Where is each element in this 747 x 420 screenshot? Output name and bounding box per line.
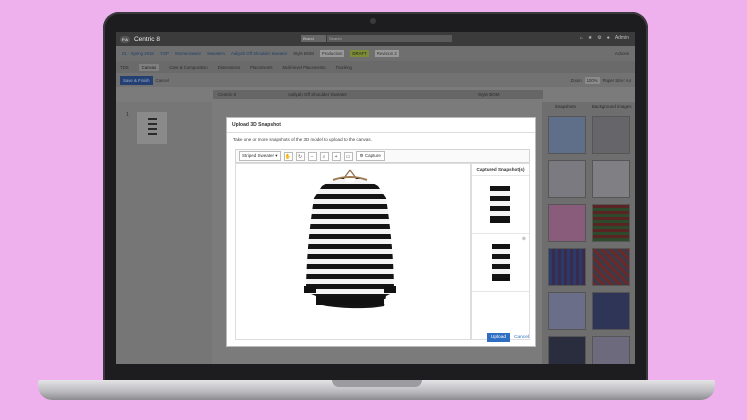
view-icon[interactable]: ▭ [343, 151, 353, 161]
app-title: Centric 8 [133, 35, 160, 43]
upload-snapshot-dialog: Upload 3D Snapshot Take one or more snap… [226, 117, 536, 347]
breadcrumb-item[interactable]: 01 - Spring 2018 [122, 51, 154, 56]
swatch[interactable] [548, 248, 586, 286]
search-input[interactable]: Search [327, 35, 452, 42]
swatch[interactable] [592, 204, 630, 242]
right-panel-tabs: Snapshots Background images [542, 102, 635, 111]
header-style-bom: Style BOM [478, 92, 500, 97]
pan-icon[interactable]: ✋ [283, 151, 293, 161]
canvas-toolbar: Save & Finish Cancel Zoom 100% Paper Siz… [116, 73, 635, 87]
viewer-toolbar: Striped Sweater ▾ ✋ ↻ − ⌕ + ▭ ⚙ Capture [235, 149, 530, 163]
page-number: 1 [126, 112, 129, 118]
save-finish-button[interactable]: Save & Finish [120, 75, 153, 85]
upload-button[interactable]: Upload [486, 333, 511, 342]
sweater-hem [316, 296, 384, 305]
zoom-in-icon[interactable]: + [331, 151, 341, 161]
snapshots-title: Captured Snapshot(s) [472, 164, 529, 176]
user-name[interactable]: Admin [615, 35, 629, 41]
sweater-model [304, 169, 396, 309]
tab-care-composition[interactable]: Care & Composition [169, 65, 207, 70]
camera-icon [370, 18, 376, 24]
zoom-out-icon[interactable]: − [307, 151, 317, 161]
breadcrumb-item[interactable]: Womenswear [175, 51, 201, 56]
tab-canvas[interactable]: Canvas [138, 63, 160, 71]
captured-snapshots-panel: Captured Snapshot(s) ⊗ [471, 163, 530, 340]
user-icon[interactable]: ● [607, 35, 610, 41]
search-select[interactable]: Brand [301, 35, 326, 42]
swatch[interactable] [592, 336, 630, 364]
swatch[interactable] [548, 116, 586, 154]
style-bom-label: Style BOM [293, 51, 314, 56]
tab-dimensions[interactable]: Dimensions [218, 65, 240, 70]
right-panel: Snapshots Background images [542, 102, 635, 364]
top-icons: ⌂ ★ ⚙ ● Admin [580, 35, 629, 41]
zoom-icon[interactable]: ⌕ [319, 151, 329, 161]
model-select-value: Striped Sweater [242, 153, 275, 158]
tab-placements[interactable]: Placements [250, 65, 272, 70]
revision-select[interactable]: Revision 2 [374, 50, 399, 57]
swatch[interactable] [592, 248, 630, 286]
tab-background-images[interactable]: Background images [589, 102, 636, 111]
app-logo: P.A [120, 35, 130, 43]
laptop-base [38, 380, 715, 400]
tab-tracking[interactable]: Tracking [336, 65, 352, 70]
swatch[interactable] [548, 292, 586, 330]
header-centric: Centric 8 [218, 92, 237, 97]
top-bar: P.A Centric 8 Brand Search ⌂ ★ ⚙ ● Admin [116, 32, 635, 46]
swatch[interactable] [592, 292, 630, 330]
gear-icon[interactable]: ⚙ [597, 35, 601, 41]
zoom-select[interactable]: 100% [584, 76, 600, 84]
capture-label: Capture [364, 153, 381, 158]
3d-viewport[interactable] [235, 163, 471, 340]
snapshot-item[interactable]: ⊗ [472, 234, 529, 292]
dialog-footer: Upload Cancel [486, 333, 529, 342]
dialog-title: Upload 3D Snapshot [227, 118, 535, 133]
tab-snapshots[interactable]: Snapshots [542, 102, 589, 111]
production-select[interactable]: Production [319, 50, 345, 57]
swatch[interactable] [592, 116, 630, 154]
header-style-name: Aaliyah Off Shoulder Sweater [288, 92, 347, 97]
laptop-frame: P.A Centric 8 Brand Search ⌂ ★ ⚙ ● Admin… [103, 12, 648, 384]
paper-size-label[interactable]: Paper Size: A4 [603, 78, 631, 83]
snapshot-item[interactable] [472, 176, 529, 234]
tab-tds[interactable]: TDS [120, 65, 129, 70]
model-select[interactable]: Striped Sweater ▾ [239, 151, 281, 161]
search-area: Brand Search [301, 35, 452, 42]
page-thumbnail[interactable] [137, 112, 167, 144]
swatch-grid [542, 111, 635, 364]
status-badge: DRAFT [350, 50, 369, 57]
cancel-link[interactable]: Cancel [514, 335, 529, 340]
swatch[interactable] [548, 204, 586, 242]
canvas-header: Centric 8 Aaliyah Off Shoulder Sweater S… [213, 90, 543, 99]
laptop-notch [332, 380, 422, 387]
swatch[interactable] [548, 160, 586, 198]
capture-button[interactable]: ⚙ Capture [355, 151, 385, 161]
breadcrumb-item[interactable]: Sweaters [207, 51, 225, 56]
cancel-button[interactable]: Cancel [156, 78, 169, 83]
zoom-label: Zoom [570, 77, 582, 83]
breadcrumb-item[interactable]: YOP [160, 51, 169, 56]
remove-snapshot-icon[interactable]: ⊗ [522, 236, 526, 242]
tab-multi-level-placements[interactable]: Multi-level Placements [283, 65, 326, 70]
dialog-description: Take one or more snapshots of the 3D mod… [233, 137, 372, 142]
breadcrumb-item[interactable]: Aaliyah Off Shoulder Sweater [231, 51, 287, 56]
rotate-icon[interactable]: ↻ [295, 151, 305, 161]
home-icon[interactable]: ⌂ [580, 35, 583, 41]
swatch[interactable] [592, 160, 630, 198]
page-thumbnails: 1 [116, 102, 212, 364]
swatch[interactable] [548, 336, 586, 364]
star-icon[interactable]: ★ [588, 35, 592, 41]
actions-menu[interactable]: Actions [615, 51, 629, 56]
screen: P.A Centric 8 Brand Search ⌂ ★ ⚙ ● Admin… [116, 32, 635, 364]
breadcrumb: 01 - Spring 2018 YOP Womenswear Sweaters… [116, 46, 635, 61]
tab-bar: TDS Canvas Care & Composition Dimensions… [116, 61, 635, 73]
